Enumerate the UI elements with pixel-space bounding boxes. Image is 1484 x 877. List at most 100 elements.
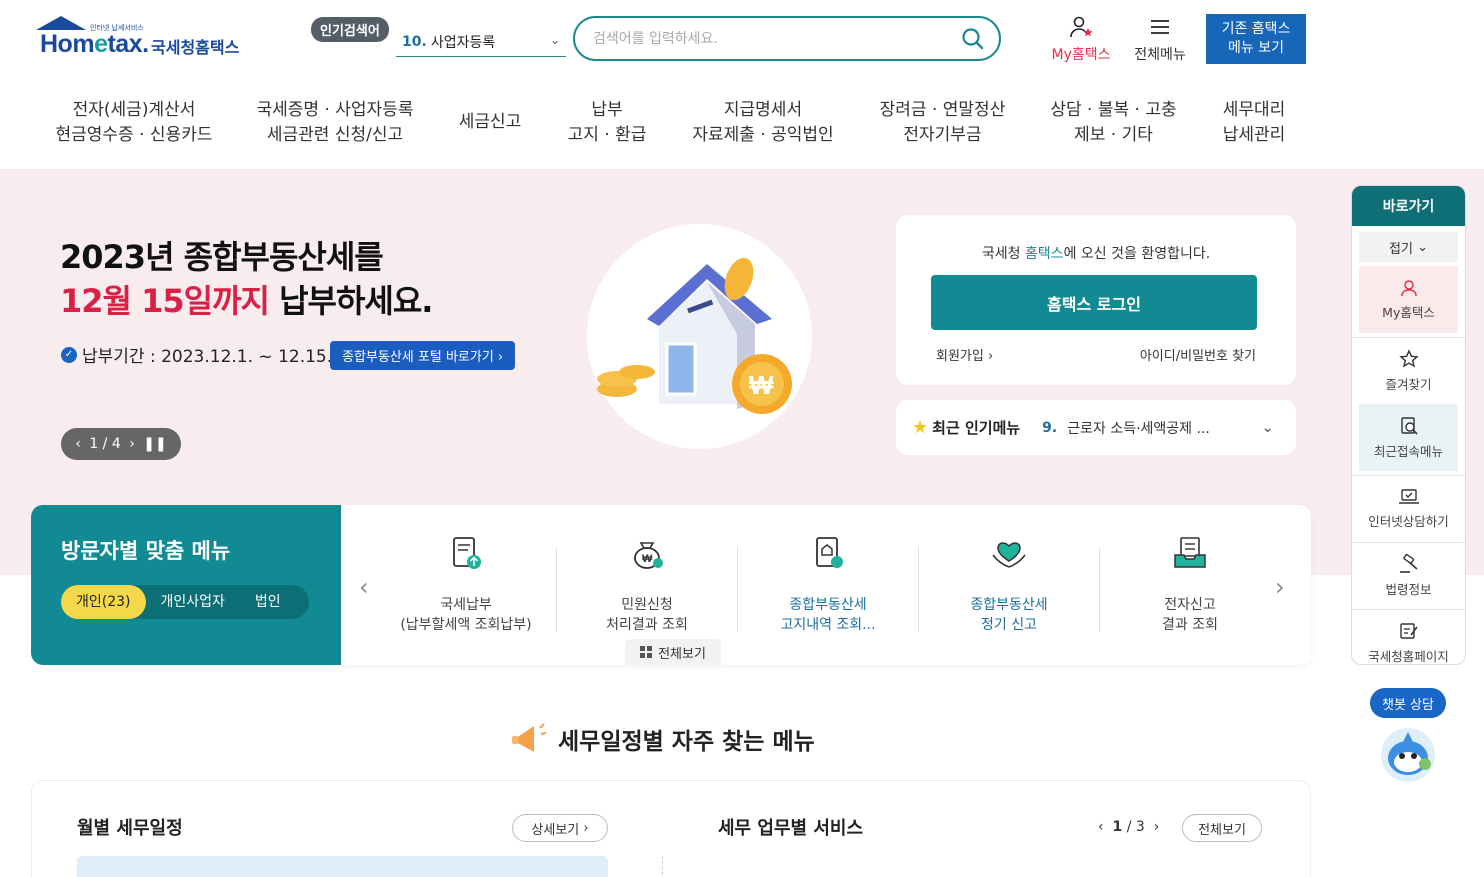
hero-portal-link[interactable]: 종합부동산세 포털 바로가기 › [330,341,516,370]
visitor-menu-cards: ‹ › 국세납부 (납부할세액 조회납부) ₩ 민원신청 처리결과 조회 종합부동산… [341,505,1311,665]
detail-view-button[interactable]: 상세보기 › [512,814,608,842]
document-upload-icon [453,537,481,569]
visitor-menu-title: 방문자별 맞춤 메뉴 [61,539,231,563]
search-icon[interactable] [961,27,985,55]
tab-corporation[interactable]: 법인 [240,585,296,619]
chevron-down-icon[interactable]: ⌄ [1261,418,1274,436]
all-menu-label: 전체메뉴 [1134,47,1186,63]
svg-text:₩: ₩ [642,553,653,565]
search-input[interactable] [593,28,943,50]
search-box [573,16,1001,61]
view-all-button[interactable]: 전체보기 [625,639,721,665]
signup-link[interactable]: 회원가입 › [936,345,993,364]
logo-brand: Hometax. [40,30,149,58]
quick-item-law-info[interactable]: 법령정보 [1352,542,1465,609]
star-icon: ★ [912,417,929,438]
hero-pager: ‹ 1 / 4 › ❚❚ [61,428,181,460]
menu-card-e-filing-result[interactable]: 전자신고 결과 조회 [1100,533,1280,635]
tab-sole-proprietor[interactable]: 개인사업자 [146,585,240,619]
chatbot-mascot-icon[interactable] [1381,728,1435,782]
check-icon: ✓ [61,346,77,363]
house-icon: ₩ [597,257,792,414]
megaphone-icon [512,723,547,752]
quick-menu: 바로가기 접기 ⌄ My홈택스 즐겨찾기 최근접속메뉴 인터넷상담하기 법령정보… [1351,185,1466,665]
gnb-item-payment-statement[interactable]: 지급명세서 자료제출 · 공익법인 [688,98,838,148]
visitor-tabs: 개인(23) 개인사업자 법인 [61,585,309,619]
divider [662,856,663,877]
property-document-icon [816,537,843,568]
pause-icon[interactable]: ❚❚ [143,436,166,452]
menu-card-property-tax-filing[interactable]: 종합부동산세 정기 신고 [919,533,1099,635]
gnb-item-tax-return[interactable]: 세금신고 [448,110,532,135]
menu-card-tax-payment[interactable]: 국세납부 (납부할세액 조회납부) [376,533,556,635]
section-title: 세무일정별 자주 찾는 메뉴 [510,720,815,758]
popular-search-rank: 10. [402,33,427,50]
quick-item-favorites[interactable]: 즐겨찾기 [1352,337,1465,404]
inbox-document-icon [1174,537,1206,568]
monthly-schedule-title: 월별 세무일정 [77,818,183,839]
menu-card-civil-request[interactable]: ₩ 민원신청 처리결과 조회 [557,533,737,635]
heart-hands-icon [992,542,1026,568]
gnb-item-tax-agent[interactable]: 세무대리 납세관리 [1210,98,1298,148]
popular-menu-title: 최근 인기메뉴 [932,419,1021,437]
recent-search-icon [1400,416,1418,435]
logo-korean-name: 국세청홈택스 [151,38,240,57]
gavel-icon [1399,554,1418,573]
my-hometax-button[interactable]: My홈택스 [1046,16,1116,64]
service-by-task-title: 세무 업무별 서비스 [718,818,864,839]
popular-search-term: 사업자등록 [430,34,496,51]
service-pager: ‹ 1 / 3 › [1098,819,1160,835]
hamburger-icon [1151,20,1169,34]
hero-title-line1: 2023년 종합부동산세를 [60,238,384,276]
hometax-login-button[interactable]: 홈택스 로그인 [931,275,1257,330]
next-slide-icon[interactable]: › [129,436,135,452]
hometax-logo[interactable]: 인터넷 납세서비스 Hometax. 국세청홈택스 [34,16,249,66]
user-star-icon [1070,16,1093,38]
service-view-all-button[interactable]: 전체보기 [1182,814,1262,842]
login-box: 국세청 홈택스에 오신 것을 환영합니다. 홈택스 로그인 회원가입 › 아이디… [896,215,1296,385]
header: 인터넷 납세서비스 Hometax. 국세청홈택스 인기검색어 10. 사업자등… [0,0,1484,80]
hero-title-line2: 12월 15일까지 납부하세요. [60,282,433,320]
tax-schedule-panel: 월별 세무일정 상세보기 › 세무 업무별 서비스 ‹ 1 / 3 › 전체보기 [31,780,1311,877]
quick-fold-button[interactable]: 접기 ⌄ [1359,232,1458,262]
popular-search-select[interactable]: 10. 사업자등록 ⌄ [396,27,566,57]
hero-period: ✓ 납부기간 : 2023.12.1. ~ 12.15. [61,342,332,367]
gnb-item-consult[interactable]: 상담 · 불복 · 고충 제보 · 기타 [1042,98,1185,148]
gnb-item-payment[interactable]: 납부 고지 · 환급 [557,98,657,148]
gnb-item-e-invoice[interactable]: 전자(세금)계산서 현금영수증 · 신용카드 [44,98,224,148]
quick-item-recent[interactable]: 최근접속메뉴 [1359,404,1458,471]
house-piggybank-illustration: ₩ [587,224,812,449]
chatbot-button[interactable]: 챗봇 상담 [1370,688,1446,718]
prev-arrow-icon[interactable]: ‹ [359,573,369,601]
prev-slide-icon[interactable]: ‹ [75,436,81,452]
quick-menu-title: 바로가기 [1352,186,1465,226]
old-hometax-menu-button[interactable]: 기존 홈택스 메뉴 보기 [1206,14,1306,64]
popular-search-badge: 인기검색어 [311,17,389,42]
chevron-down-icon: ⌄ [549,33,560,47]
gnb-item-certificate[interactable]: 국세증명 · 사업자등록 세금관련 신청/신고 [250,98,420,148]
popular-menu-text: 근로자 소득·세액공제 ... [1067,420,1210,437]
edit-document-icon [1399,623,1418,639]
next-page-icon[interactable]: › [1154,819,1160,835]
find-id-password-link[interactable]: 아이디/비밀번호 찾기 [1140,345,1256,364]
menu-card-property-tax-notice[interactable]: 종합부동산세 고지내역 조회... [738,533,918,635]
all-menu-button[interactable]: 전체메뉴 [1128,16,1192,64]
popular-menu-box[interactable]: ★ 최근 인기메뉴 9. 근로자 소득·세액공제 ... ⌄ [896,400,1296,455]
quick-item-my-hometax[interactable]: My홈택스 [1359,266,1458,333]
svg-text:₩: ₩ [749,370,774,400]
visitor-menu: 방문자별 맞춤 메뉴 개인(23) 개인사업자 법인 [31,505,341,665]
my-hometax-label: My홈택스 [1051,47,1111,63]
star-outline-icon [1398,349,1419,368]
grid-icon [640,646,653,658]
gnb-item-incentive[interactable]: 장려금 · 연말정산 전자기부금 [870,98,1015,148]
schedule-calendar-strip [77,856,608,877]
slide-counter: 1 / 4 [89,436,121,452]
tab-individual[interactable]: 개인(23) [61,585,146,619]
popular-menu-rank: 9. [1042,419,1058,436]
quick-item-nts-homepage[interactable]: 국세청홈페이지 [1352,609,1465,664]
prev-page-icon[interactable]: ‹ [1098,819,1104,835]
main-navigation: 전자(세금)계산서 현금영수증 · 신용카드 국세증명 · 사업자등록 세금관련 신… [0,90,1484,170]
logo-roof-icon [36,16,86,30]
login-welcome-text: 국세청 홈택스에 오신 것을 환영합니다. [981,246,1211,262]
quick-item-online-consult[interactable]: 인터넷상담하기 [1352,475,1465,542]
